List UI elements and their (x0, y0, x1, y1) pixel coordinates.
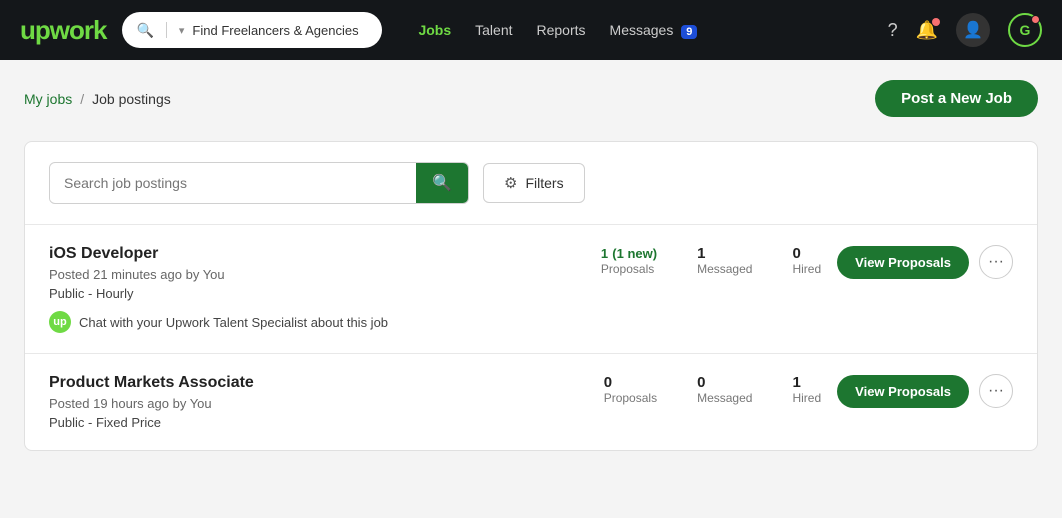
job-posted-meta: Posted 21 minutes ago by You (49, 267, 585, 282)
logo-text: upwork (20, 15, 106, 46)
job-row: Product Markets Associate Posted 19 hour… (25, 354, 1037, 450)
hired-value: 1 (792, 374, 821, 391)
nav-jobs[interactable]: Jobs (418, 22, 451, 38)
hired-stat: 0 Hired (792, 245, 821, 276)
proposals-stat: 0 Proposals (604, 374, 657, 405)
proposals-new: (1 new) (612, 246, 657, 261)
messaged-value: 1 (697, 245, 752, 262)
proposals-value: 0 (604, 374, 657, 391)
job-main-content: iOS Developer Posted 21 minutes ago by Y… (49, 245, 1013, 301)
jobs-card: 🔍 ⚙ Filters iOS Developer Posted 21 minu… (24, 141, 1038, 451)
more-icon: ··· (988, 253, 1004, 271)
job-stats: 0 Proposals 0 Messaged 1 Hired (604, 374, 821, 405)
proposals-label: Proposals (604, 391, 657, 405)
hired-label: Hired (792, 391, 821, 405)
more-options-button[interactable]: ··· (979, 374, 1013, 408)
global-search-bar[interactable]: 🔍 ▾ Find Freelancers & Agencies (122, 12, 382, 48)
account-switcher-button[interactable]: 👤 (956, 13, 990, 47)
job-type: Public - Hourly (49, 286, 585, 301)
filter-icon: ⚙ (504, 174, 517, 192)
view-proposals-button[interactable]: View Proposals (837, 375, 969, 408)
hired-label: Hired (792, 262, 821, 276)
proposals-value: 1 (1 new) (601, 245, 657, 262)
nav-messages[interactable]: Messages 9 (610, 22, 698, 38)
chat-row[interactable]: up Chat with your Upwork Talent Speciali… (49, 311, 1013, 333)
breadcrumb: My jobs / Job postings (24, 91, 171, 107)
job-actions: View Proposals ··· (837, 245, 1013, 279)
search-row: 🔍 ⚙ Filters (25, 142, 1037, 225)
post-new-job-button[interactable]: Post a New Job (875, 80, 1038, 117)
avatar-status-dot (1031, 15, 1040, 24)
job-main-content: Product Markets Associate Posted 19 hour… (49, 374, 1013, 430)
messaged-stat: 0 Messaged (697, 374, 752, 405)
nav-links: Jobs Talent Reports Messages 9 (418, 22, 697, 38)
job-type: Public - Fixed Price (49, 415, 588, 430)
nav-talent[interactable]: Talent (475, 22, 512, 38)
hired-stat: 1 Hired (792, 374, 821, 405)
more-icon: ··· (988, 382, 1004, 400)
search-caret-icon: ▾ (179, 24, 185, 37)
search-submit-button[interactable]: 🔍 (416, 163, 468, 203)
breadcrumb-current: Job postings (92, 91, 171, 107)
search-icon: 🔍 (136, 22, 153, 39)
profile-avatar[interactable]: G (1008, 13, 1042, 47)
logo[interactable]: upwork (20, 15, 106, 46)
job-info: iOS Developer Posted 21 minutes ago by Y… (49, 245, 585, 301)
notification-dot (932, 18, 940, 26)
messaged-label: Messaged (697, 262, 752, 276)
page-container: My jobs / Job postings Post a New Job 🔍 … (0, 60, 1062, 471)
search-divider (166, 22, 167, 38)
nav-right: ? 🔔 👤 G (888, 13, 1042, 47)
hired-value: 0 (792, 245, 821, 262)
navbar: upwork 🔍 ▾ Find Freelancers & Agencies J… (0, 0, 1062, 60)
job-info: Product Markets Associate Posted 19 hour… (49, 374, 588, 430)
help-button[interactable]: ? (888, 20, 898, 41)
search-submit-icon: 🔍 (432, 173, 452, 193)
breadcrumb-separator: / (80, 91, 84, 107)
search-input[interactable] (50, 165, 416, 201)
nav-reports[interactable]: Reports (537, 22, 586, 38)
breadcrumb-row: My jobs / Job postings Post a New Job (24, 80, 1038, 117)
job-row: iOS Developer Posted 21 minutes ago by Y… (25, 225, 1037, 354)
filters-button[interactable]: ⚙ Filters (483, 163, 585, 203)
proposals-stat: 1 (1 new) Proposals (601, 245, 657, 276)
chat-text: Chat with your Upwork Talent Specialist … (79, 315, 388, 330)
messages-badge: 9 (681, 25, 697, 39)
job-posted-meta: Posted 19 hours ago by You (49, 396, 588, 411)
breadcrumb-my-jobs[interactable]: My jobs (24, 91, 72, 107)
job-stats: 1 (1 new) Proposals 1 Messaged 0 Hired (601, 245, 821, 276)
messaged-stat: 1 Messaged (697, 245, 752, 276)
upwork-badge-icon: up (49, 311, 71, 333)
search-bar-text: Find Freelancers & Agencies (192, 23, 368, 38)
messaged-value: 0 (697, 374, 752, 391)
more-options-button[interactable]: ··· (979, 245, 1013, 279)
job-title: iOS Developer (49, 245, 585, 263)
search-input-wrap[interactable]: 🔍 (49, 162, 469, 204)
filters-label: Filters (525, 175, 563, 191)
job-title: Product Markets Associate (49, 374, 588, 392)
messaged-label: Messaged (697, 391, 752, 405)
notifications-button[interactable]: 🔔 (916, 20, 938, 41)
job-actions: View Proposals ··· (837, 374, 1013, 408)
proposals-label: Proposals (601, 262, 657, 276)
view-proposals-button[interactable]: View Proposals (837, 246, 969, 279)
